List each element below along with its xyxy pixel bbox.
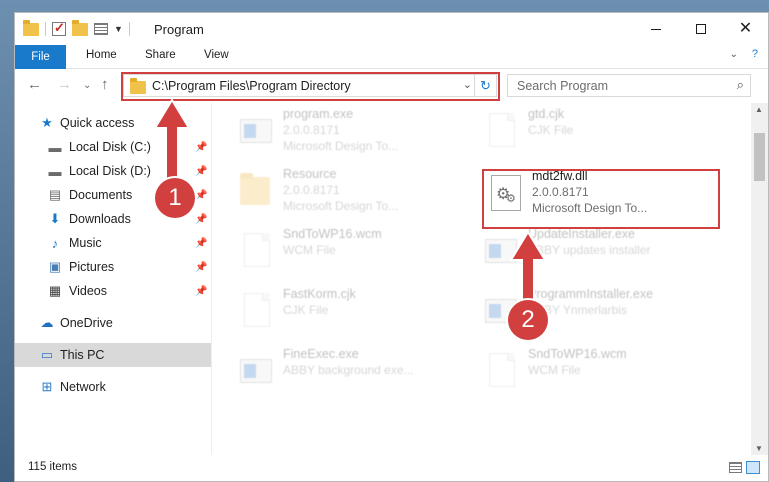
- step-badge-2: 2: [508, 300, 548, 340]
- arrow-2-shape: [509, 230, 547, 306]
- annotation-arrows: [153, 98, 547, 306]
- arrow-1-shape: [153, 98, 191, 183]
- arrow-1: [153, 98, 191, 183]
- step-badge-1: 1: [155, 178, 195, 218]
- arrow-2: [509, 230, 547, 306]
